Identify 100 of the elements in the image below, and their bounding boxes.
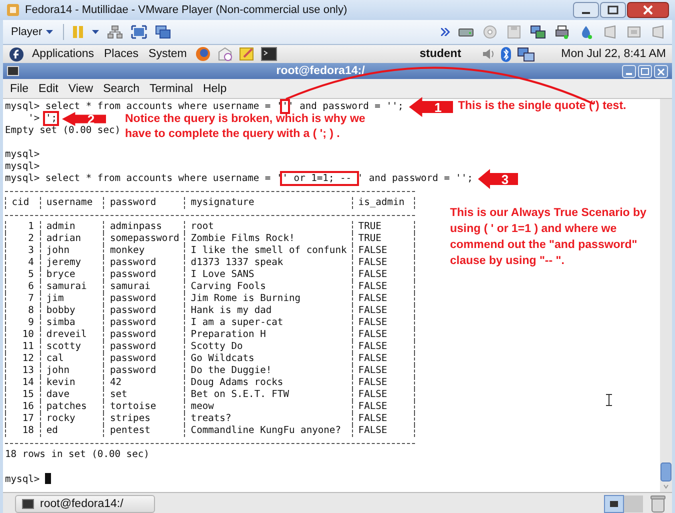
table-cell: Go Wildcats bbox=[184, 353, 352, 365]
table-cell: FALSE bbox=[352, 317, 416, 329]
panel-menu[interactable]: Applications bbox=[30, 48, 96, 60]
table-cell: TRUE bbox=[352, 233, 416, 245]
table-cell: 14 bbox=[5, 377, 40, 389]
annotation-note: This is our Always True Scenario by using ( ' or 1=1 ) and where we commend out the "and password" clause by using "-- ". bbox=[450, 206, 648, 269]
column-header: mysignature bbox=[184, 197, 352, 209]
table-cell: root bbox=[184, 221, 352, 233]
taskbar-item[interactable]: root@fedora14:/ bbox=[15, 495, 155, 513]
table-cell: FALSE bbox=[352, 329, 416, 341]
column-header: is_admin bbox=[352, 197, 416, 209]
table-cell: FALSE bbox=[352, 281, 416, 293]
table-cell: samurai bbox=[103, 281, 184, 293]
player-menu-button[interactable]: Player bbox=[9, 26, 56, 38]
trash-icon[interactable] bbox=[650, 495, 666, 513]
menu-item[interactable]: File bbox=[6, 82, 33, 94]
menu-item[interactable]: Edit bbox=[34, 82, 62, 94]
close-button[interactable] bbox=[627, 2, 669, 18]
table-cell: Scotty Do bbox=[184, 341, 352, 353]
table-cell: 5 bbox=[5, 269, 40, 281]
table-cell: FALSE bbox=[352, 413, 416, 425]
table-cell: dave bbox=[40, 389, 104, 401]
table-cell: 1 bbox=[5, 221, 40, 233]
table-cell: Preparation H bbox=[184, 329, 352, 341]
table-cell: password bbox=[103, 329, 184, 341]
chevron-icon[interactable] bbox=[441, 28, 450, 36]
device-icon[interactable] bbox=[530, 24, 546, 40]
panel-menu[interactable]: System bbox=[146, 48, 189, 60]
table-cell: rocky bbox=[40, 413, 104, 425]
menu-item[interactable]: Help bbox=[198, 82, 231, 94]
window-logo-icon bbox=[6, 3, 20, 17]
table-cell: 7 bbox=[5, 293, 40, 305]
speaker-icon[interactable] bbox=[481, 47, 496, 61]
table-cell: 10 bbox=[5, 329, 40, 341]
table-cell: Jim Rome is Burning bbox=[184, 293, 352, 305]
maximize-button[interactable] bbox=[600, 2, 626, 18]
table-cell: dreveil bbox=[40, 329, 104, 341]
annotation-note: Notice the query is broken, which is why we have to complete the query with a ( '; ) . bbox=[125, 112, 366, 142]
table-cell: FALSE bbox=[352, 269, 416, 281]
terminal-prompt: mysql> bbox=[5, 474, 40, 485]
table-cell: 11 bbox=[5, 341, 40, 353]
table-cell: FALSE bbox=[352, 377, 416, 389]
terminal-text: ' and password = ''; bbox=[357, 173, 473, 184]
table-cell: I like the smell of confunk bbox=[184, 245, 352, 257]
workspace-switcher[interactable] bbox=[604, 495, 644, 513]
table-cell: kevin bbox=[40, 377, 104, 389]
terminal-text: mysql> select * from accounts where username = ' bbox=[5, 173, 282, 184]
table-cell: 6 bbox=[5, 281, 40, 293]
table-cell: patches bbox=[40, 401, 104, 413]
scrollbar[interactable] bbox=[660, 99, 672, 492]
globe-icon[interactable] bbox=[194, 46, 211, 62]
user-name: student bbox=[420, 48, 462, 60]
table-cell: d1373 1337 speak bbox=[184, 257, 352, 269]
fullscreen-icon[interactable] bbox=[131, 25, 148, 39]
terminal-icon[interactable] bbox=[260, 47, 277, 61]
minimize-button[interactable] bbox=[573, 2, 599, 18]
highlighted-text: '; bbox=[45, 113, 57, 124]
bluetooth-icon[interactable] bbox=[501, 46, 512, 62]
table-cell: Do the Duggie! bbox=[184, 365, 352, 377]
windows-icon[interactable] bbox=[155, 25, 172, 39]
table-cell: password bbox=[103, 257, 184, 269]
table-cell: monkey bbox=[103, 245, 184, 257]
table-cell: FALSE bbox=[352, 389, 416, 401]
logo-icon[interactable] bbox=[9, 46, 24, 62]
terminal-icon bbox=[7, 66, 19, 76]
table-cell: Commandline KungFu anyone? bbox=[184, 425, 352, 437]
table-cell: jim bbox=[40, 293, 104, 305]
table-cell: john bbox=[40, 245, 104, 257]
network-icon[interactable] bbox=[517, 46, 536, 62]
table-cell: password bbox=[103, 365, 184, 377]
highlighted-text: ' or 1=1; -- bbox=[282, 173, 358, 184]
menu-item[interactable]: Search bbox=[99, 82, 144, 94]
table-cell: I Love SANS bbox=[184, 269, 352, 281]
table-cell: admin bbox=[40, 221, 104, 233]
caret-icon[interactable] bbox=[92, 30, 100, 34]
table-cell: password bbox=[103, 305, 184, 317]
table-cell: password bbox=[103, 293, 184, 305]
table-cell: FALSE bbox=[352, 245, 416, 257]
table-cell: password bbox=[103, 341, 184, 353]
table-cell: I am a super-cat bbox=[184, 317, 352, 329]
terminal-text: Empty set (0.00 sec) bbox=[5, 125, 121, 136]
notepad-icon[interactable] bbox=[238, 46, 255, 62]
table-cell: password bbox=[103, 317, 184, 329]
device-icon[interactable] bbox=[554, 24, 570, 40]
table-cell: bryce bbox=[40, 269, 104, 281]
text-cursor-icon bbox=[606, 394, 612, 406]
table-cell: meow bbox=[184, 401, 352, 413]
table-cell: password bbox=[103, 269, 184, 281]
panel-menu[interactable]: Places bbox=[102, 48, 141, 60]
table-cell: samurai bbox=[40, 281, 104, 293]
table-cell: scotty bbox=[40, 341, 104, 353]
table-cell: FALSE bbox=[352, 425, 416, 437]
menu-item[interactable]: Terminal bbox=[146, 82, 197, 94]
table-cell: FALSE bbox=[352, 353, 416, 365]
table-cell: FALSE bbox=[352, 293, 416, 305]
table-cell: adrian bbox=[40, 233, 104, 245]
menu-item[interactable]: View bbox=[64, 82, 98, 94]
clock[interactable]: Mon Jul 22, 8:41 AM bbox=[561, 48, 666, 60]
table-cell: FALSE bbox=[352, 401, 416, 413]
column-header: username bbox=[40, 197, 104, 209]
